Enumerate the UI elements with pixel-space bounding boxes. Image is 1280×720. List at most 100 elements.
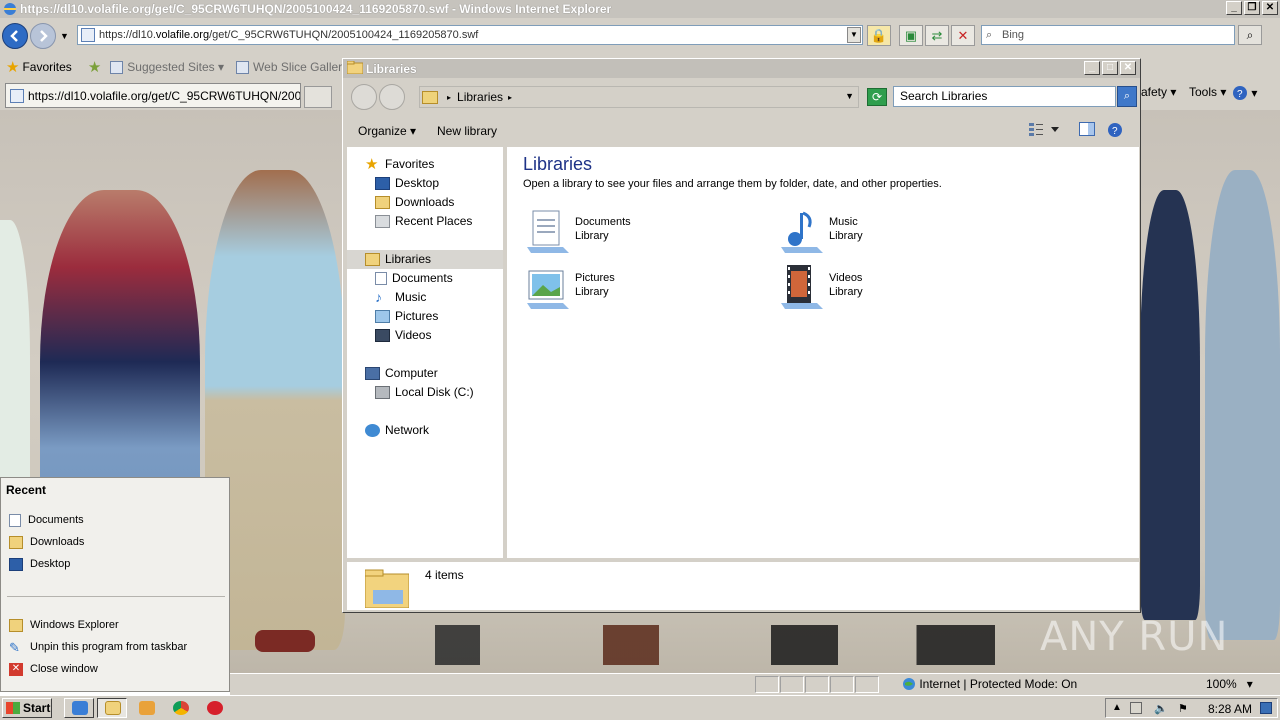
zoom-level[interactable]: 100% ▾ [1206,677,1253,691]
close-icon: ✕ [9,662,23,676]
taskbar-windows-explorer[interactable] [97,698,127,718]
taskbar-internet-explorer[interactable] [64,698,94,718]
nav-downloads[interactable]: Downloads [375,193,454,211]
new-library-button[interactable]: New library [437,124,497,138]
change-view-icon[interactable] [1029,122,1061,139]
web-slice-gallery-link[interactable]: Web Slice Gallery ▾ [236,60,358,74]
chevron-down-icon[interactable]: ▼ [845,91,854,101]
security-zone[interactable]: Internet | Protected Mode: On [902,677,1077,691]
ie-window-controls: _ ❐ ✕ [1226,1,1278,15]
preview-pane-icon[interactable] [1079,122,1095,139]
recent-pages-chevron-down-icon[interactable]: ▼ [60,31,69,41]
nav-network[interactable]: Network [365,421,429,439]
back-button[interactable] [2,23,28,49]
safety-menu[interactable]: afety ▾ [1141,85,1176,99]
stop-icon[interactable]: ✕ [951,25,975,46]
jump-task-unpin[interactable]: ✎ Unpin this program from taskbar [9,638,187,656]
nav-libraries[interactable]: Libraries [365,250,431,268]
taskbar: Start ▲ 🔈 ⚑ 8:28 AM [0,695,1280,720]
breadcrumb[interactable]: ▸ Libraries ▸ ▼ [419,86,859,108]
system-tray: ▲ 🔈 ⚑ 8:28 AM [1105,698,1278,718]
show-hidden-icons-chevron-up-icon[interactable]: ▲ [1112,702,1124,714]
nav-documents[interactable]: Documents [375,269,453,287]
nav-music[interactable]: ♪ Music [375,288,426,306]
library-music[interactable]: Music Library [777,207,863,255]
close-button[interactable]: ✕ [1120,61,1136,75]
clock[interactable]: 8:28 AM [1208,702,1252,716]
maximize-button[interactable]: □ [1102,61,1118,75]
nav-favorites[interactable]: ★ Favorites [365,155,434,173]
downloads-folder-icon [9,535,23,549]
search-input[interactable]: ⌕ Bing [981,25,1235,45]
forward-button[interactable] [30,23,56,49]
nav-computer[interactable]: Computer [365,364,438,382]
jump-list: Recent Documents Downloads Desktop Windo… [0,477,230,692]
library-pictures[interactable]: Pictures Library [523,263,615,311]
library-documents[interactable]: Documents Library [523,207,631,255]
action-center-icon[interactable] [1130,702,1142,714]
browser-tab[interactable]: https://dl10.volafile.org/get/C_95CRW6TU… [5,83,301,108]
compatibility-view-icon[interactable]: ▣ [899,25,923,46]
new-tab-button[interactable] [304,86,332,108]
explorer-search-input[interactable]: Search Libraries [893,86,1116,107]
details-pane: 4 items [347,562,1139,610]
jump-recent-desktop[interactable]: Desktop [9,555,70,573]
show-desktop-icon[interactable] [1260,702,1272,714]
search-go-button[interactable]: ⌕ [1238,25,1262,45]
jump-recent-documents[interactable]: Documents [9,511,84,529]
explorer-title: Libraries [366,61,417,76]
ie-logo-icon [72,701,88,715]
address-url[interactable]: https://dl10.volafile.org/get/C_95CRW6TU… [99,29,478,41]
restore-button[interactable]: ❐ [1244,1,1260,15]
refresh-icon[interactable]: ⇄ [925,25,949,46]
explorer-title-bar: Libraries _ □ ✕ [343,59,1140,78]
lock-icon[interactable]: 🔒 [867,25,891,46]
chrome-icon [173,701,189,715]
chevron-right-icon[interactable]: ▸ [447,93,451,102]
nav-recent-places[interactable]: Recent Places [375,212,472,230]
taskbar-chrome[interactable] [165,698,195,718]
back-button[interactable] [351,84,377,110]
jump-list-separator [7,596,225,597]
jump-recent-downloads[interactable]: Downloads [9,533,84,551]
svg-text:?: ? [1237,89,1243,100]
add-to-favorites-icon[interactable]: ★ [88,58,104,76]
nav-local-disk[interactable]: Local Disk (C:) [375,383,474,401]
windows-logo-icon [6,702,20,714]
close-button[interactable]: ✕ [1262,1,1278,15]
favorites-button[interactable]: ★ Favorites [6,58,72,76]
svg-text:?: ? [1112,126,1118,137]
tools-menu[interactable]: Tools ▾ [1189,85,1226,99]
explorer-window: Libraries _ □ ✕ ▸ Libraries ▸ ▼ ⟳ Search… [342,58,1141,613]
help-icon[interactable]: ? ▾ [1232,85,1257,101]
page-icon [10,88,24,103]
minimize-button[interactable]: _ [1226,1,1242,15]
volume-icon[interactable]: 🔈 [1154,702,1168,715]
folder-icon [105,701,121,715]
start-button[interactable]: Start [2,698,52,718]
nav-videos[interactable]: Videos [375,326,431,344]
refresh-button[interactable]: ⟳ [867,88,887,106]
chevron-right-icon[interactable]: ▸ [508,93,512,102]
desktop-icon [375,176,390,190]
taskbar-opera[interactable] [199,698,229,718]
jump-task-windows-explorer[interactable]: Windows Explorer [9,616,119,634]
nav-pictures[interactable]: Pictures [375,307,438,325]
item-count: 4 items [425,568,464,582]
ie-window-title: https://dl10.volafile.org/get/C_95CRW6TU… [20,2,612,16]
suggested-sites-link[interactable]: Suggested Sites ▾ [110,60,224,74]
anyrun-watermark: ANY RUN [1040,614,1229,660]
organize-button[interactable]: Organize ▾ [358,124,416,138]
taskbar-media-player[interactable] [131,698,161,718]
help-icon[interactable]: ? [1107,122,1123,141]
nav-desktop[interactable]: Desktop [375,174,439,192]
minimize-button[interactable]: _ [1084,61,1100,75]
library-videos[interactable]: Videos Library [777,263,863,311]
search-icon[interactable]: ⌕ [1117,86,1137,107]
breadcrumb-libraries[interactable]: Libraries [457,90,503,104]
forward-button[interactable] [379,84,405,110]
flag-icon[interactable]: ⚑ [1178,702,1190,715]
jump-task-close-window[interactable]: ✕ Close window [9,660,98,678]
address-bar[interactable]: https://dl10.volafile.org/get/C_95CRW6TU… [77,25,863,45]
address-dropdown-chevron-down-icon[interactable]: ▼ [847,27,861,43]
